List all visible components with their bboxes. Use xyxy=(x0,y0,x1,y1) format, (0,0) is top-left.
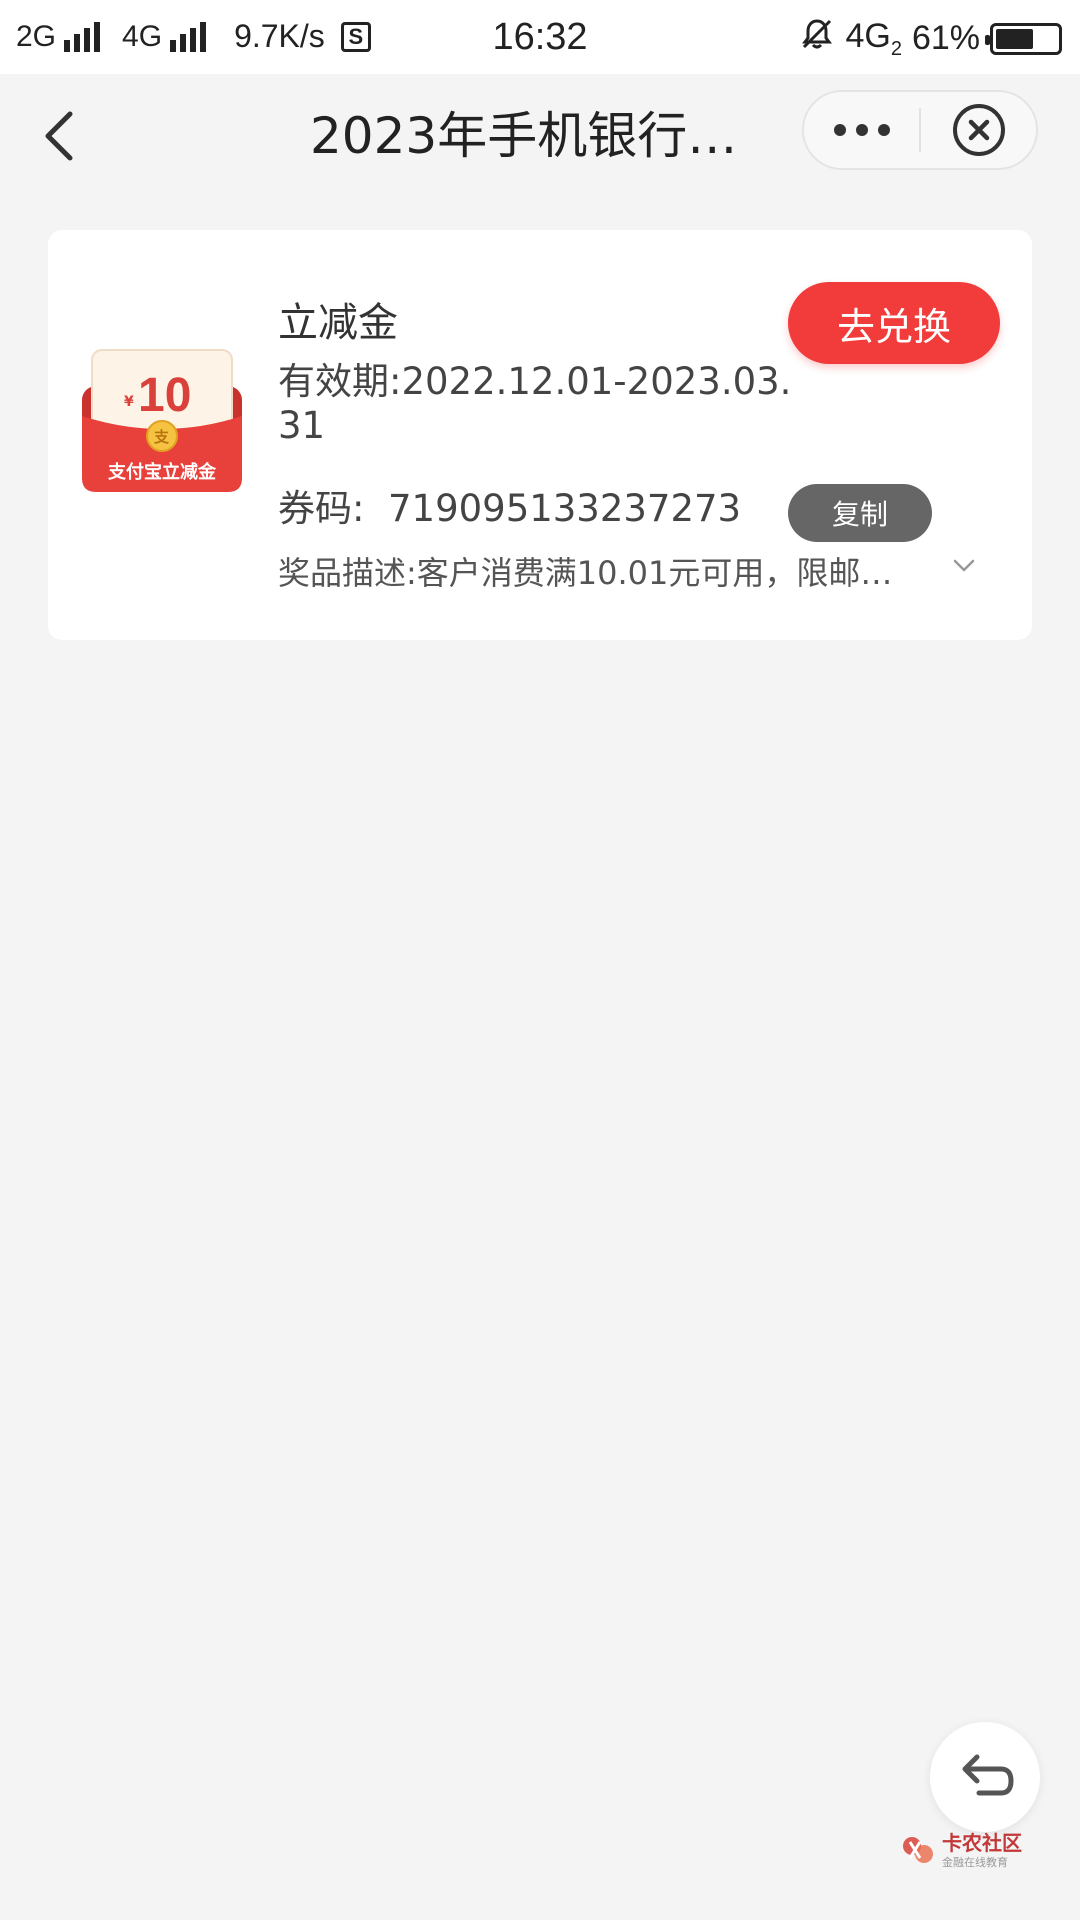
close-circle-icon xyxy=(952,104,1005,156)
coupon-currency: ¥ xyxy=(124,394,134,410)
coupon-title: 立减金 xyxy=(278,300,398,346)
watermark-title: 卡农社区 xyxy=(942,1830,1022,1855)
float-return-button[interactable] xyxy=(930,1722,1040,1832)
coupon-coin-glyph: 支 xyxy=(154,428,170,446)
coupon-label: 支付宝立减金 xyxy=(108,462,216,483)
watermark: 卡农社区 金融在线教育 xyxy=(900,1832,1022,1868)
status-right: 4G2 61% xyxy=(799,16,1062,61)
status-bar: 2G 4G 9.7K/s S 16:32 4G2 61% xyxy=(0,0,1080,74)
coupon-description: 奖品描述:客户消费满10.01元可用，限邮… xyxy=(278,554,893,592)
page-title: 2023年手机银行… xyxy=(310,107,738,165)
nav-bar: 2023年手机银行… xyxy=(0,74,1080,204)
back-button[interactable] xyxy=(30,96,90,176)
exchange-button[interactable]: 去兑换 xyxy=(788,282,1000,364)
close-button[interactable] xyxy=(921,92,1036,168)
mini-program-capsule xyxy=(802,90,1038,170)
chevron-down-icon xyxy=(953,559,975,572)
chevron-left-icon xyxy=(45,111,73,161)
coupon-amount: 10 xyxy=(138,369,192,422)
coupon-card: ¥ 10 支 支付宝立减金 立减金 有效期:2022.12.01-2023.03… xyxy=(48,230,1032,640)
more-dots-icon xyxy=(833,124,846,136)
more-button[interactable] xyxy=(804,92,919,168)
bell-off-icon xyxy=(799,16,835,61)
expand-description-button[interactable] xyxy=(950,552,978,580)
watermark-subtitle: 金融在线教育 xyxy=(942,1855,1008,1869)
copy-button[interactable]: 复制 xyxy=(788,484,932,542)
coupon-code: 券码: 719095133237273 xyxy=(278,487,742,530)
coupon-validity: 有效期:2022.12.01-2023.03.31 xyxy=(278,360,792,447)
battery-icon xyxy=(985,22,1062,55)
coupon-image: ¥ 10 支 支付宝立减金 xyxy=(78,346,246,496)
kanong-logo-icon xyxy=(903,1837,933,1863)
network-label-4g2: 4G2 xyxy=(845,16,902,60)
return-arrow-icon xyxy=(962,1754,1014,1796)
battery-percent: 61% xyxy=(911,19,980,57)
